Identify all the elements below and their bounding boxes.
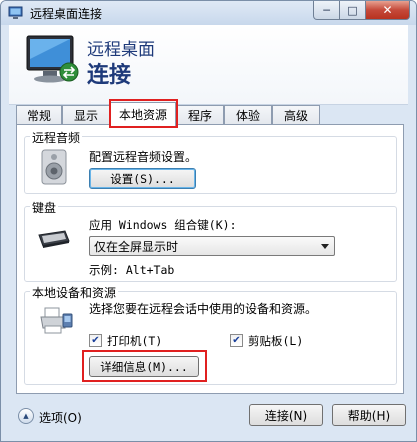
- tab-experience[interactable]: 体验: [224, 105, 272, 125]
- title-bar[interactable]: 远程桌面连接 ─ □ ✕: [1, 1, 416, 25]
- help-button[interactable]: 帮助(H): [332, 404, 406, 426]
- chevron-down-icon: [321, 244, 329, 249]
- remote-desktop-window: 远程桌面连接 ─ □ ✕ 远程桌面 连接 常规 显示 本地资源 程序 体验 高级: [0, 0, 417, 442]
- header-title: 连接: [87, 63, 132, 88]
- printer-devices-icon: [40, 307, 73, 334]
- details-button[interactable]: 详细信息(M)...: [89, 356, 199, 377]
- maximize-button[interactable]: □: [340, 1, 366, 20]
- local-devices-description: 选择您要在远程会话中使用的设备和资源。: [89, 302, 318, 316]
- options-expand-icon[interactable]: ▲: [18, 408, 34, 424]
- clipboard-checkbox[interactable]: ✔: [230, 334, 243, 347]
- tab-display[interactable]: 显示: [62, 105, 110, 125]
- local-devices-title: 本地设备和资源: [30, 284, 119, 301]
- local-devices-group: 本地设备和资源 选择您要在远程会话中使用的设备和资源。 ✔ 打印机(T) ✔ 剪…: [24, 284, 397, 385]
- audio-settings-button[interactable]: 设置(S)...: [89, 168, 196, 189]
- windows-key-description: 应用 Windows 组合键(K):: [89, 218, 237, 232]
- options-label[interactable]: 选项(O): [39, 409, 82, 426]
- caption-buttons: ─ □ ✕: [313, 1, 410, 20]
- tab-local-resources[interactable]: 本地资源: [110, 102, 176, 126]
- clipboard-label: 剪贴板(L): [248, 334, 304, 348]
- speaker-icon: [41, 149, 67, 185]
- tab-advanced[interactable]: 高级: [272, 105, 320, 125]
- keyboard-icon: [38, 230, 70, 248]
- connect-button[interactable]: 连接(N): [249, 404, 323, 426]
- windows-key-combo-value: 仅在全屏显示时: [94, 239, 179, 254]
- printer-label: 打印机(T): [107, 334, 163, 348]
- keyboard-example: 示例: Alt+Tab: [89, 263, 175, 277]
- local-resources-panel: 远程音频 配置远程音频设置。 设置(S)... 键盘 应用 Windows 组合…: [16, 124, 404, 394]
- windows-key-combo-select[interactable]: 仅在全屏显示时: [89, 236, 335, 256]
- window-title: 远程桌面连接: [30, 7, 103, 21]
- tab-general[interactable]: 常规: [16, 105, 62, 125]
- remote-audio-title: 远程音频: [30, 129, 83, 146]
- printer-checkbox[interactable]: ✔: [89, 334, 102, 347]
- remote-desktop-monitor-icon: [26, 35, 79, 83]
- keyboard-group: 键盘 应用 Windows 组合键(K): 仅在全屏显示时 示例: Alt+Ta…: [24, 199, 397, 282]
- remote-audio-description: 配置远程音频设置。: [89, 150, 198, 164]
- minimize-button[interactable]: ─: [313, 1, 340, 20]
- tab-programs[interactable]: 程序: [176, 105, 224, 125]
- keyboard-title: 键盘: [30, 199, 59, 216]
- close-button[interactable]: ✕: [366, 1, 410, 20]
- remote-desktop-app-icon: [8, 6, 23, 19]
- dialog-header: 远程桌面 连接: [9, 25, 408, 105]
- remote-audio-group: 远程音频 配置远程音频设置。 设置(S)...: [24, 129, 397, 194]
